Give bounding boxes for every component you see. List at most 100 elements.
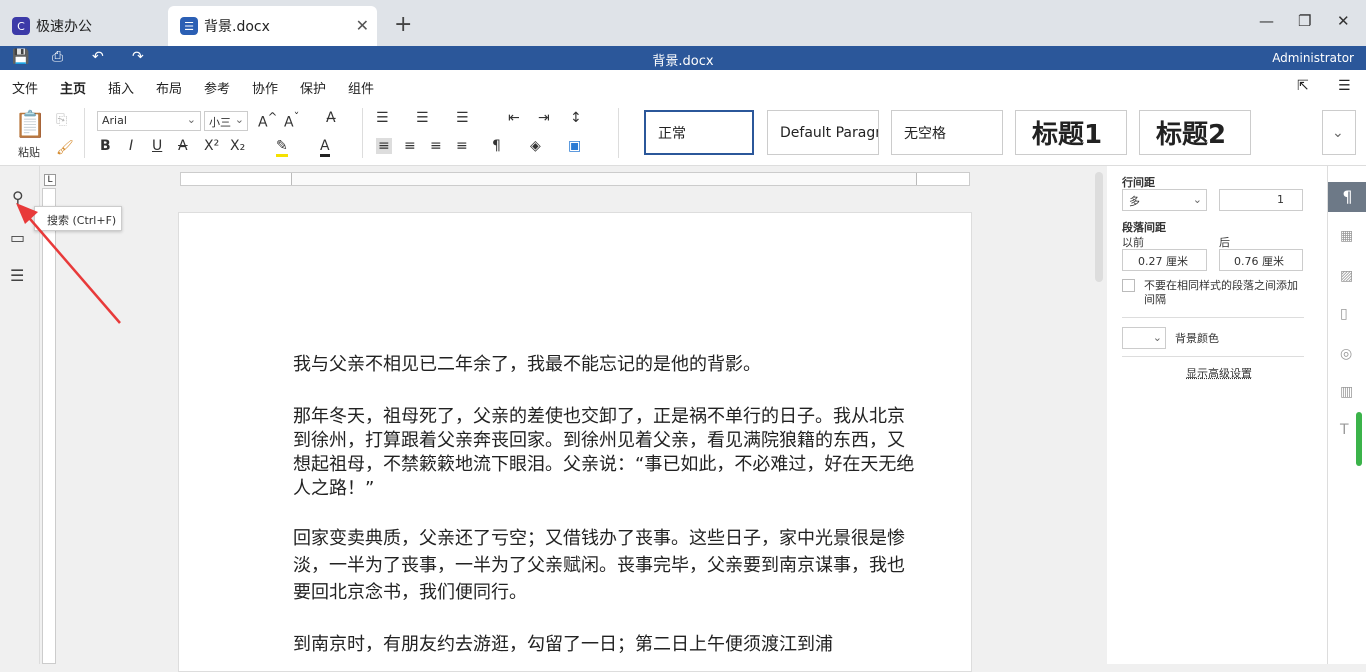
image-settings-icon[interactable]: ▨ [1340, 268, 1353, 284]
new-tab-icon[interactable]: + [394, 12, 412, 37]
menu-bar: 文件 主页 插入 布局 参考 协作 保护 组件 ⇱ ☰ [0, 70, 1366, 104]
line-spacing-type-select[interactable]: 多 ⌄ [1122, 189, 1207, 211]
document-title: 背景.docx [652, 54, 714, 69]
before-spacing-value: 0.27 厘米 [1138, 255, 1188, 268]
navigation-icon[interactable]: ☰ [10, 266, 24, 285]
close-tab-icon[interactable]: ✕ [356, 16, 369, 35]
font-size-select[interactable]: 小三 ⌄ [204, 111, 248, 131]
clear-format-icon[interactable]: A̶ [326, 110, 336, 126]
menu-references[interactable]: 参考 [204, 78, 230, 97]
line-spacing-value-input[interactable]: 1 [1219, 189, 1303, 211]
increase-indent-icon[interactable]: ⇥ [538, 110, 550, 126]
line-spacing-icon[interactable]: ↕ [570, 110, 582, 126]
borders-icon[interactable]: ▣ [568, 138, 581, 154]
style-default-paragraph[interactable]: Default Paragr [767, 110, 879, 155]
menu-collaborate[interactable]: 协作 [252, 78, 278, 97]
shape-settings-icon[interactable]: ◎ [1340, 346, 1352, 362]
maximize-icon[interactable]: ❐ [1298, 12, 1311, 30]
document-page[interactable]: 我与父亲不相见已二年余了，我最不能忘记的是他的背影。 那年冬天，祖母死了，父亲的… [178, 212, 972, 672]
subscript-icon[interactable]: X₂ [230, 138, 245, 154]
window-close-icon[interactable]: ✕ [1337, 12, 1350, 30]
ribbon: 📋 粘贴 ⎘ 🖌 Arial ⌄ 小三 ⌄ A^ Aˇ A̶ B I U A X² … [0, 100, 1366, 166]
line-spacing-label: 行间距 [1122, 176, 1155, 189]
search-tooltip: 搜索 (Ctrl+F) [34, 206, 122, 231]
menu-protect[interactable]: 保护 [300, 78, 326, 97]
shading-icon[interactable]: ◈ [530, 138, 541, 154]
document-icon: ☰ [180, 17, 198, 35]
title-bar: 💾 ⎙ ↶ ↷ 背景.docx Administrator [0, 46, 1366, 70]
right-sidebar: ¶ ▦ ▨ ▯ ◎ ▥ T [1327, 166, 1366, 664]
background-color-picker[interactable]: ⌄ [1122, 327, 1166, 349]
document-scrollbar[interactable] [1093, 170, 1105, 664]
style-heading2[interactable]: 标题2 [1139, 110, 1251, 155]
align-left-icon[interactable]: ≡ [376, 138, 392, 154]
scrollbar-thumb[interactable] [1095, 172, 1103, 282]
same-style-spacing-checkbox[interactable] [1122, 279, 1135, 292]
tab-stop-selector[interactable]: L [44, 174, 56, 186]
copy-icon[interactable]: ⎘ [56, 112, 67, 128]
menu-insert[interactable]: 插入 [108, 78, 134, 97]
font-size-value: 小三 [209, 116, 231, 129]
chart-settings-icon[interactable]: ▥ [1340, 384, 1353, 400]
before-spacing-input[interactable]: 0.27 厘米 [1122, 249, 1207, 271]
after-spacing-value: 0.76 厘米 [1234, 255, 1284, 268]
font-family-select[interactable]: Arial ⌄ [97, 111, 201, 131]
table-settings-icon[interactable]: ▦ [1340, 228, 1353, 244]
style-heading1[interactable]: 标题1 [1015, 110, 1127, 155]
shrink-font-icon[interactable]: Aˇ [284, 110, 299, 131]
header-footer-icon[interactable]: ▯ [1340, 306, 1348, 322]
strikethrough-icon[interactable]: A [178, 138, 188, 154]
user-name[interactable]: Administrator [1272, 51, 1354, 65]
vertical-ruler[interactable] [42, 188, 56, 664]
justify-icon[interactable]: ≡ [456, 138, 468, 154]
text-art-icon[interactable]: T [1340, 422, 1349, 438]
menu-file[interactable]: 文件 [12, 78, 38, 97]
left-sidebar: ⚲ ▭ ☰ [0, 166, 40, 664]
document-paragraph[interactable]: 回家变卖典质，父亲还了亏空；又借钱办了丧事。这些日子，家中光景很是惨淡，一半为了… [293, 525, 915, 606]
separator [618, 108, 619, 158]
tab-bar: C 极速办公 ☰ 背景.docx ✕ + — ❐ ✕ [0, 0, 1366, 46]
menu-home[interactable]: 主页 [60, 78, 87, 104]
menu-layout[interactable]: 布局 [156, 78, 182, 97]
divider [1122, 317, 1304, 318]
font-color-icon[interactable]: A [320, 138, 330, 157]
format-painter-icon[interactable]: 🖌 [56, 140, 74, 156]
style-no-spacing[interactable]: 无空格 [891, 110, 1003, 155]
align-center-icon[interactable]: ≡ [404, 138, 416, 154]
tab-home[interactable]: C 极速办公 [0, 6, 160, 46]
document-paragraph[interactable]: 我与父亲不相见已二年余了，我最不能忘记的是他的背影。 [293, 353, 915, 377]
bold-icon[interactable]: B [100, 138, 111, 154]
highlight-icon[interactable]: ✎ [276, 138, 288, 157]
numbered-list-icon[interactable]: ☰ [416, 110, 429, 126]
italic-icon[interactable]: I [129, 138, 133, 154]
tab-document[interactable]: ☰ 背景.docx ✕ [168, 6, 377, 46]
document-paragraph[interactable]: 那年冬天，祖母死了，父亲的差使也交卸了，正是祸不单行的日子。我从北京到徐州，打算… [293, 405, 915, 501]
advanced-settings-link[interactable]: 显示高级设置 [1186, 365, 1252, 381]
paragraph-spacing-label: 段落间距 [1122, 221, 1166, 234]
after-spacing-input[interactable]: 0.76 厘米 [1219, 249, 1303, 271]
document-paragraph[interactable]: 到南京时，有朋友约去游逛，勾留了一日；第二日上午便须渡江到浦 [293, 633, 915, 657]
paragraph-mark-icon[interactable]: ¶ [492, 138, 501, 154]
styles-expand-icon[interactable]: ⌄ [1322, 110, 1356, 155]
comments-icon[interactable]: ▭ [10, 228, 25, 247]
tab-home-label: 极速办公 [36, 19, 92, 35]
search-icon[interactable]: ⚲ [12, 188, 24, 207]
minimize-icon[interactable]: — [1259, 12, 1274, 30]
grow-font-icon[interactable]: A^ [258, 110, 277, 131]
hamburger-menu-icon[interactable]: ☰ [1338, 78, 1351, 94]
bullet-list-icon[interactable]: ☰ [376, 110, 389, 126]
underline-icon[interactable]: U [152, 138, 162, 154]
separator [84, 108, 85, 158]
align-right-icon[interactable]: ≡ [430, 138, 442, 154]
paste-label[interactable]: 粘贴 [18, 144, 40, 160]
horizontal-ruler[interactable] [180, 172, 970, 186]
paste-icon[interactable]: 📋 [14, 110, 46, 140]
paragraph-settings-icon[interactable]: ¶ [1328, 182, 1366, 212]
multilevel-list-icon[interactable]: ☰ [456, 110, 469, 126]
menu-plugins[interactable]: 组件 [348, 78, 374, 97]
open-location-icon[interactable]: ⇱ [1297, 78, 1309, 94]
superscript-icon[interactable]: X² [204, 138, 219, 154]
after-label: 后 [1219, 236, 1230, 249]
style-normal[interactable]: 正常 [644, 110, 754, 155]
decrease-indent-icon[interactable]: ⇤ [508, 110, 520, 126]
